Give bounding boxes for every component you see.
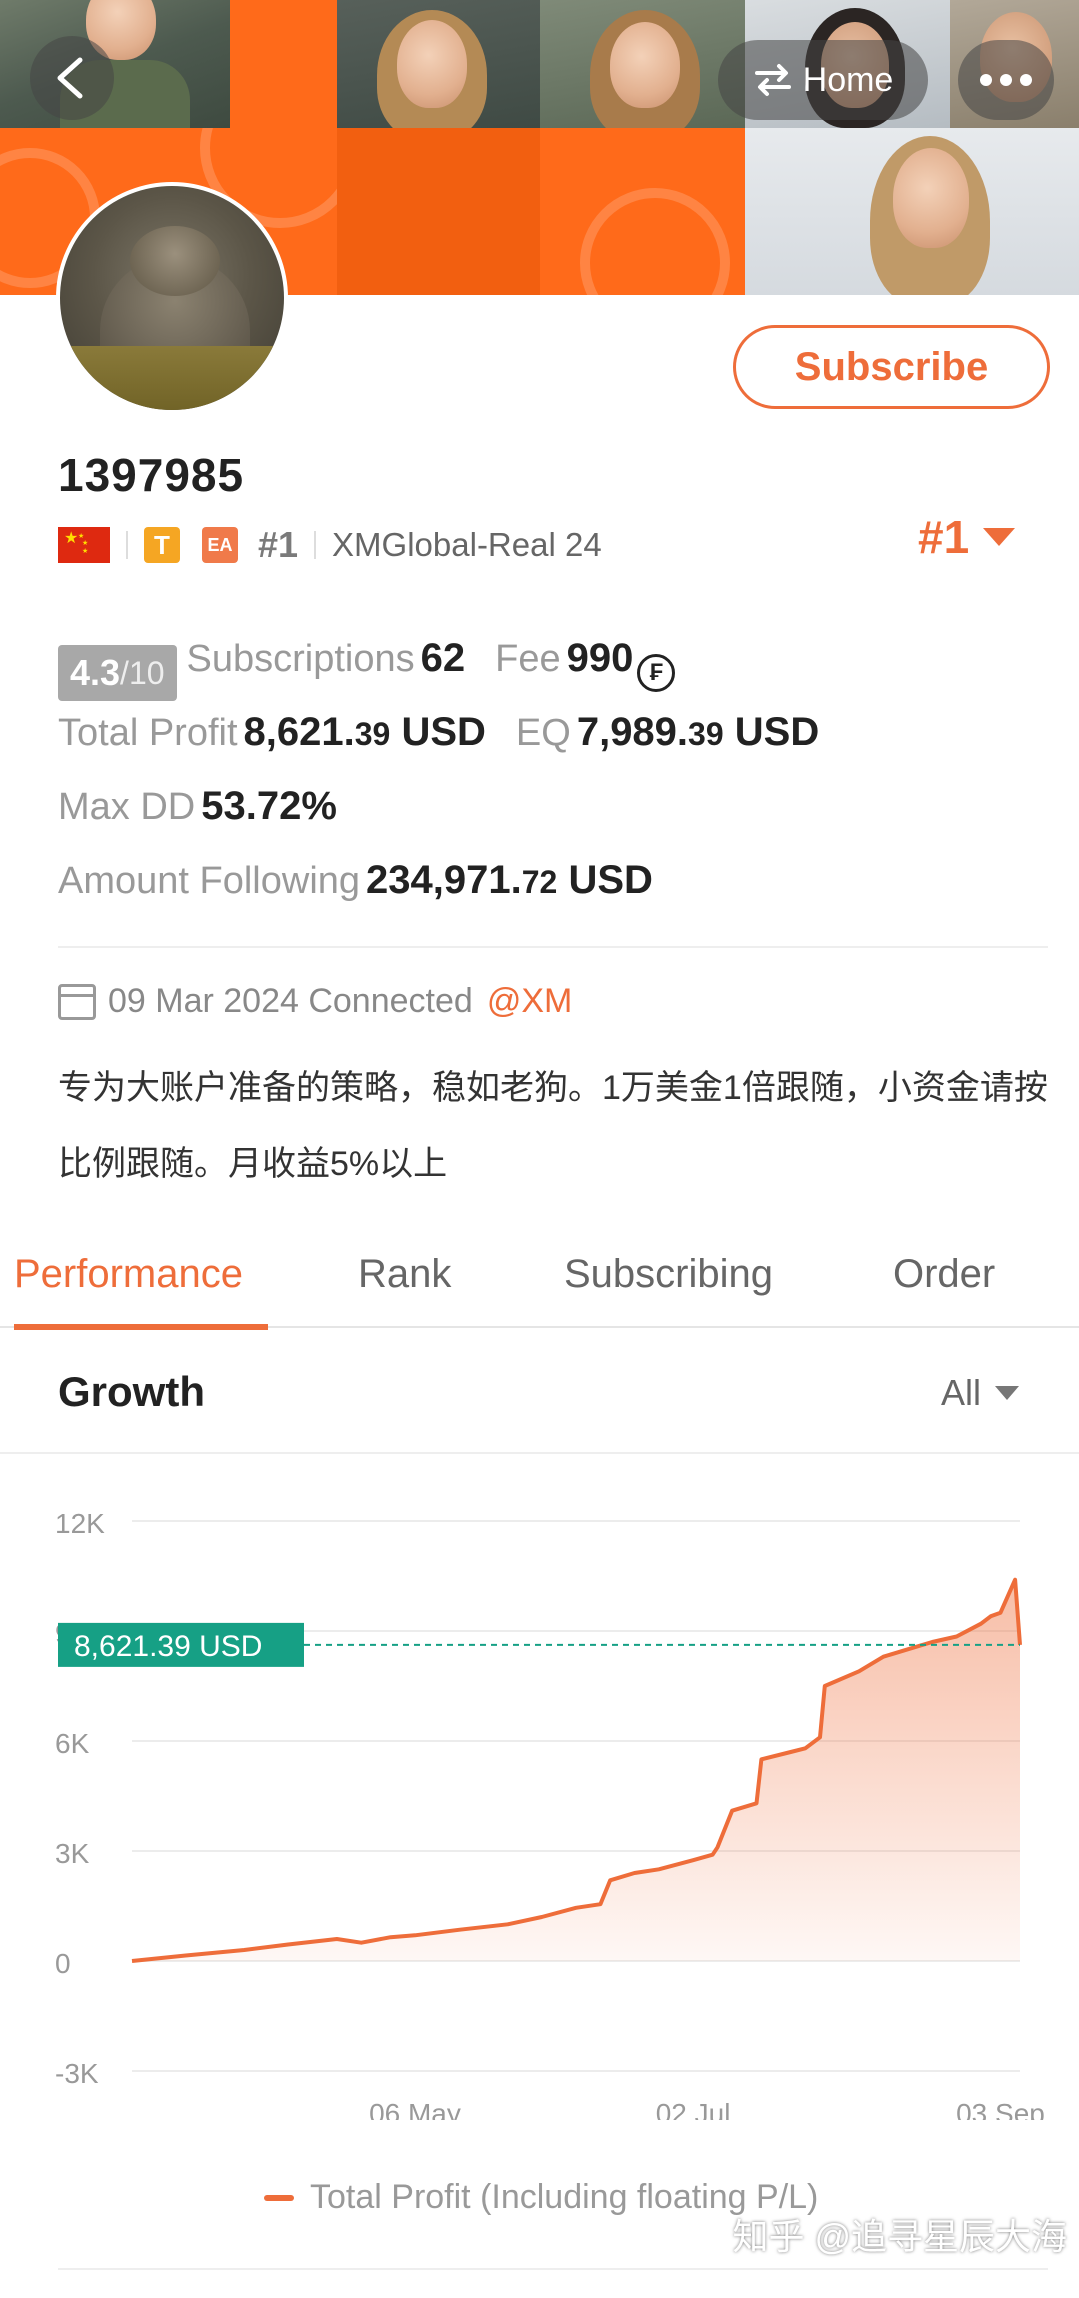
ea-badge: EA — [202, 527, 238, 563]
y-tick-label: 0 — [55, 1948, 71, 1979]
swap-icon — [754, 64, 791, 96]
caret-down-icon — [983, 528, 1016, 546]
caret-down-icon — [995, 1386, 1019, 1400]
x-tick-label: 02 Jul — [656, 2098, 731, 2120]
period-filter-label: All — [940, 1372, 981, 1413]
x-tick-label: 06 May — [369, 2098, 461, 2120]
divider — [58, 2268, 1048, 2270]
more-dot-icon — [980, 74, 992, 86]
subscriptions-label: Subscriptions — [186, 638, 415, 680]
divider — [314, 531, 317, 559]
tab-bar: Performance Rank Subscribing Order — [0, 1220, 1079, 1330]
amount-following-label: Amount Following — [58, 860, 361, 902]
legend-swatch — [264, 2194, 294, 2201]
banner-pattern — [337, 128, 540, 295]
divider — [126, 531, 128, 559]
broker-link[interactable]: @XM — [487, 982, 573, 1021]
back-button[interactable] — [30, 36, 114, 120]
subscriptions-value: 62 — [420, 636, 466, 680]
tab-performance[interactable]: Performance — [14, 1220, 268, 1330]
tab-subscribing[interactable]: Subscribing — [564, 1220, 773, 1328]
rating-badge: 4.3 /10 — [58, 645, 177, 701]
total-profit-label: Total Profit — [58, 712, 238, 754]
strategy-description: 专为大账户准备的策略，稳如老狗。1万美金1倍跟随，小资金请按比例跟随。月收益5%… — [58, 1069, 1048, 1183]
more-dot-icon — [1020, 74, 1032, 86]
max-dd-value: 53.72% — [201, 784, 337, 828]
server-name: XMGlobal-Real 24 — [332, 526, 602, 563]
banner-pattern — [230, 0, 337, 128]
tab-order[interactable]: Order — [893, 1220, 995, 1328]
banner-photo — [540, 0, 745, 128]
period-filter-dropdown[interactable]: All — [941, 1372, 1019, 1414]
avatar — [56, 182, 288, 414]
x-tick-label: 03 Sep — [956, 2098, 1045, 2120]
subscribe-button[interactable]: Subscribe — [733, 325, 1050, 409]
chevron-left-icon — [57, 57, 83, 99]
growth-header: Growth All — [0, 1330, 1079, 1454]
tab-rank[interactable]: Rank — [358, 1220, 451, 1328]
username: 1397985 — [58, 449, 245, 501]
more-dot-icon — [1000, 74, 1012, 86]
profile-tags: ★ ★ ★ ★ T EA #1 XMGlobal-Real 24 — [58, 522, 602, 568]
rating-score: 4.3 — [70, 652, 121, 693]
connected-date: 09 Mar 2024 Connected — [108, 982, 473, 1020]
stats-panel: 4.3 /10 Subscriptions 62 Fee 990 ₣ Total… — [58, 636, 1048, 932]
growth-title: Growth — [58, 1368, 205, 1415]
connected-info: 09 Mar 2024 Connected @XM — [58, 982, 572, 1021]
growth-chart: 12K9K6K3K0-3K06 May02 Jul03 Sep8,621.39 … — [55, 1508, 1045, 2120]
fee-value: 990 — [566, 636, 634, 680]
banner-pattern — [540, 128, 745, 295]
eq-value: 7,989.39 USD — [576, 710, 820, 754]
y-tick-label: -3K — [55, 2058, 99, 2089]
more-options-button[interactable] — [958, 40, 1054, 120]
total-profit-value: 8,621.39 USD — [243, 710, 486, 754]
y-tick-label: 3K — [55, 1838, 90, 1869]
watermark: 知乎 @追寻星辰大海 — [732, 2216, 1067, 2257]
home-label: Home — [802, 60, 894, 99]
y-tick-label: 6K — [55, 1728, 90, 1759]
y-tick-label: 12K — [55, 1508, 105, 1539]
coin-icon: ₣ — [637, 654, 676, 692]
rating-max: /10 — [120, 654, 165, 691]
banner-photo — [745, 128, 1079, 295]
china-flag-icon: ★ ★ ★ ★ — [58, 527, 110, 563]
divider — [58, 946, 1048, 948]
rank-dropdown[interactable]: #1 — [918, 510, 1016, 564]
max-dd-label: Max DD — [58, 786, 196, 828]
amount-following-value: 234,971.72 USD — [366, 858, 653, 902]
current-value-label: 8,621.39 USD — [74, 1630, 262, 1663]
home-button[interactable]: Home — [718, 40, 928, 120]
trader-badge: T — [144, 527, 180, 563]
rank-tag: #1 — [258, 524, 299, 565]
fee-label: Fee — [495, 638, 561, 680]
calendar-icon — [58, 983, 96, 1020]
rank-dropdown-label: #1 — [918, 511, 970, 563]
banner-photo — [337, 0, 540, 128]
eq-label: EQ — [515, 712, 571, 754]
